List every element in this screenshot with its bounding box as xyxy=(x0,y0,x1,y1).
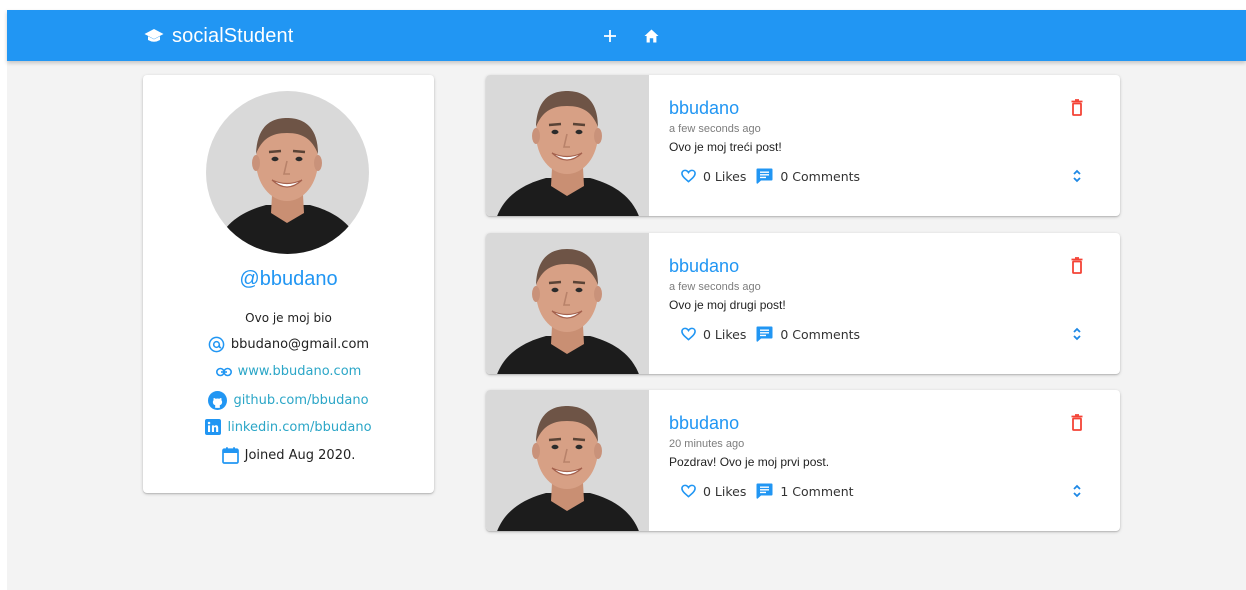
expand-comments-button[interactable] xyxy=(1069,167,1085,185)
heart-outline-icon xyxy=(681,484,696,498)
app-root: socialStudent @bbudano Ovo je moj bio bb… xyxy=(7,10,1246,590)
like-button[interactable]: 0 Likes xyxy=(681,327,746,342)
comment-icon xyxy=(756,483,773,499)
profile-linkedin-row[interactable]: linkedin.com/bbudano xyxy=(143,419,434,435)
likes-count: 0 Likes xyxy=(703,168,747,184)
delete-post-button[interactable] xyxy=(1069,414,1085,432)
linkedin-icon xyxy=(205,419,222,435)
app-title: socialStudent xyxy=(172,24,294,47)
profile-email: bbudano@gmail.com xyxy=(230,337,370,352)
profile-email-row: bbudano@gmail.com xyxy=(143,336,434,353)
app-bar: socialStudent xyxy=(7,10,1246,61)
heart-outline-icon xyxy=(681,327,696,341)
post-text: Pozdrav! Ovo je moj prvi post. xyxy=(669,455,830,469)
unfold-icon xyxy=(1073,484,1081,498)
comments-count: 0 Comments xyxy=(780,326,861,342)
add-post-button[interactable] xyxy=(599,25,621,47)
post-card: bbudano 20 minutes ago Pozdrav! Ovo je m… xyxy=(486,390,1120,531)
like-button[interactable]: 0 Likes xyxy=(681,484,746,499)
comments-button[interactable]: 0 Comments xyxy=(756,168,860,184)
expand-comments-button[interactable] xyxy=(1069,325,1085,343)
post-author-photo xyxy=(486,75,649,216)
post-username-link[interactable]: bbudano xyxy=(669,413,739,434)
github-icon xyxy=(208,391,228,410)
post-card: bbudano a few seconds ago Ovo je moj dru… xyxy=(486,233,1120,374)
comments-button[interactable]: 1 Comment xyxy=(756,483,854,499)
likes-count: 0 Likes xyxy=(703,326,747,342)
post-timestamp: 20 minutes ago xyxy=(669,438,745,450)
post-timestamp: a few seconds ago xyxy=(669,123,761,135)
comments-button[interactable]: 0 Comments xyxy=(756,326,860,342)
post-author-photo xyxy=(486,390,649,531)
post-timestamp: a few seconds ago xyxy=(669,281,761,293)
profile-linkedin-link[interactable]: linkedin.com/bbudano xyxy=(227,420,371,435)
post-text: Ovo je moj drugi post! xyxy=(669,298,786,312)
unfold-icon xyxy=(1073,169,1081,183)
delete-post-button[interactable] xyxy=(1069,99,1085,117)
profile-joined-date: Joined Aug 2020. xyxy=(244,448,356,463)
likes-count: 0 Likes xyxy=(703,483,747,499)
expand-comments-button[interactable] xyxy=(1069,482,1085,500)
home-button[interactable] xyxy=(640,25,662,47)
profile-website-row[interactable]: www.bbudano.com xyxy=(143,364,434,379)
plus-icon xyxy=(604,30,616,42)
post-actions: 0 Likes 0 Comments xyxy=(681,168,860,184)
profile-github-row[interactable]: github.com/bbudano xyxy=(143,391,434,410)
trash-icon xyxy=(1071,99,1083,116)
comments-count: 0 Comments xyxy=(780,168,861,184)
home-icon xyxy=(644,29,658,43)
profile-github-link[interactable]: github.com/bbudano xyxy=(233,393,368,408)
calendar-icon xyxy=(221,447,239,464)
post-username-link[interactable]: bbudano xyxy=(669,256,739,277)
link-icon xyxy=(215,367,232,376)
post-card: bbudano a few seconds ago Ovo je moj tre… xyxy=(486,75,1120,216)
graduation-cap-icon xyxy=(144,29,164,42)
post-author-photo xyxy=(486,233,649,374)
delete-post-button[interactable] xyxy=(1069,257,1085,275)
unfold-icon xyxy=(1073,327,1081,341)
profile-card: @bbudano Ovo je moj bio bbudano@gmail.co… xyxy=(143,75,434,493)
profile-handle: @bbudano xyxy=(239,268,338,290)
at-sign-icon xyxy=(208,336,225,353)
brand-home-link[interactable]: socialStudent xyxy=(144,23,293,49)
trash-icon xyxy=(1071,414,1083,431)
comment-icon xyxy=(756,326,773,342)
trash-icon xyxy=(1071,257,1083,274)
post-text: Ovo je moj treći post! xyxy=(669,140,782,154)
post-actions: 0 Likes 0 Comments xyxy=(681,326,860,342)
profile-joined-row: Joined Aug 2020. xyxy=(143,447,434,464)
profile-website-link[interactable]: www.bbudano.com xyxy=(238,364,362,379)
post-username-link[interactable]: bbudano xyxy=(669,98,739,119)
like-button[interactable]: 0 Likes xyxy=(681,169,746,184)
post-actions: 0 Likes 1 Comment xyxy=(681,483,854,499)
profile-avatar xyxy=(206,91,369,254)
comment-icon xyxy=(756,168,773,184)
heart-outline-icon xyxy=(681,169,696,183)
comments-count: 1 Comment xyxy=(780,483,854,499)
profile-bio: Ovo je moj bio xyxy=(245,311,332,325)
